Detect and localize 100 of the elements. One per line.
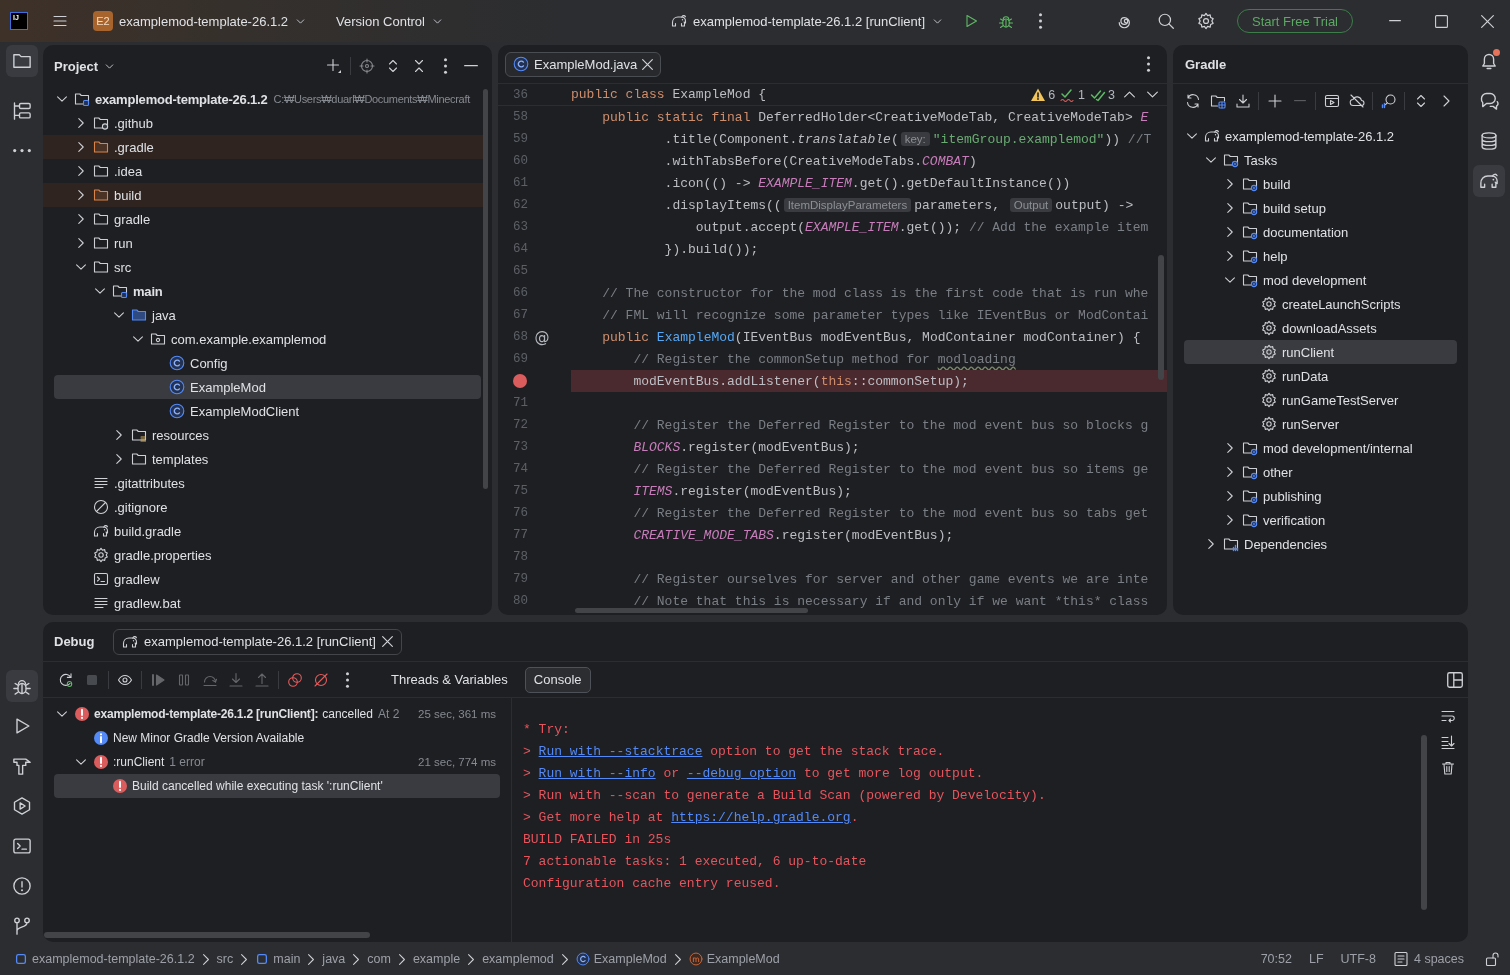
tree-item[interactable]: src [54, 255, 481, 279]
chevron-right-icon[interactable] [1227, 491, 1233, 501]
status-widget[interactable]: UTF-8 [1340, 952, 1376, 966]
breadcrumb[interactable]: examplemod [482, 952, 554, 966]
tree-item[interactable]: gradle.properties [54, 543, 481, 567]
tree-item[interactable]: examplemod-template-26.1.2 [1184, 124, 1457, 148]
chevron-right-icon[interactable] [1227, 515, 1233, 525]
breakpoint-icon[interactable] [513, 374, 527, 388]
status-widget[interactable]: 4 spaces [1392, 951, 1464, 967]
close-icon[interactable] [381, 636, 393, 647]
tree-item[interactable]: gradlew.bat [54, 591, 481, 615]
breadcrumb[interactable]: java [322, 952, 346, 966]
chevron-down-icon[interactable] [76, 759, 86, 765]
chevron-right-icon[interactable] [116, 454, 122, 464]
scrollbar-thumb[interactable] [1421, 735, 1427, 910]
chevron-down-icon[interactable] [57, 711, 67, 717]
view-selector[interactable]: Project [49, 53, 122, 79]
chevron-right-icon[interactable] [78, 118, 84, 128]
editor-tab[interactable]: ExampleMod.java [505, 51, 662, 77]
tool-window-button[interactable] [5, 670, 38, 702]
tree-item[interactable]: resources [54, 423, 481, 447]
tree-item[interactable]: documentation [1184, 220, 1457, 244]
chevron-down-icon[interactable] [114, 312, 124, 318]
tree-item[interactable]: verification [1184, 508, 1457, 532]
chevron-right-icon[interactable] [78, 190, 84, 200]
inspection-counter[interactable]: 3 [1090, 86, 1115, 103]
tree-item[interactable]: runClient [1184, 340, 1457, 364]
chevron-down-icon[interactable] [57, 96, 67, 102]
scrollbar-thumb[interactable] [575, 608, 808, 613]
chevron-down-icon[interactable] [95, 288, 105, 294]
tree-item[interactable]: downloadAssets [1184, 316, 1457, 340]
tree-item[interactable]: Config [54, 351, 481, 375]
breadcrumb[interactable]: example [412, 952, 461, 966]
close-icon[interactable] [642, 58, 654, 70]
inspection-counter[interactable]: 1 [1060, 86, 1086, 103]
tree-item[interactable]: .gitignore [54, 495, 481, 519]
console-link[interactable]: https://help.gradle.org [671, 810, 851, 825]
breadcrumb[interactable]: main [255, 952, 301, 966]
tree-item[interactable]: .idea [54, 159, 481, 183]
read-only-toggle[interactable] [1484, 951, 1500, 967]
chevron-right-icon[interactable] [1227, 467, 1233, 477]
chevron-down-icon[interactable] [1206, 157, 1216, 163]
tree-item[interactable]: Dependencies [1184, 532, 1457, 556]
tree-item[interactable]: mod development/internal [1184, 436, 1457, 460]
session-tab[interactable]: examplemod-template-26.1.2 [runClient] [113, 628, 402, 655]
tree-item[interactable]: build setup [1184, 196, 1457, 220]
tree-item[interactable]: help [1184, 244, 1457, 268]
tree-item[interactable]: Tasks [1184, 148, 1457, 172]
status-widget[interactable]: 70:52 [1260, 952, 1292, 966]
chevron-right-icon[interactable] [1227, 203, 1233, 213]
tree-item[interactable]: publishing [1184, 484, 1457, 508]
tree-item[interactable]: createLaunchScripts [1184, 292, 1457, 316]
project-name-dropdown[interactable]: E2 examplemod-template-26.1.2 [88, 7, 313, 35]
vcs-menu[interactable]: Version Control [328, 7, 452, 35]
breadcrumb[interactable]: ExampleMod [688, 952, 780, 966]
view-tab[interactable]: Threads & Variables [382, 666, 517, 693]
tree-item[interactable]: ExampleMod [54, 375, 481, 399]
tree-item[interactable]: .github [54, 111, 481, 135]
breadcrumb[interactable]: ExampleMod [575, 952, 667, 966]
tree-item[interactable]: ExampleModClient [54, 399, 481, 423]
build-node[interactable]: Build cancelled while executing task ':runClient' [54, 774, 500, 798]
view-tab[interactable]: Console [524, 666, 591, 693]
scrollbar-thumb[interactable] [44, 932, 370, 938]
tree-item[interactable]: run [54, 231, 481, 255]
console-link[interactable]: Run with --stacktrace [538, 744, 703, 759]
run-config-selector[interactable]: examplemod-template-26.1.2 [runClient] [665, 7, 951, 35]
tree-item[interactable]: other [1184, 460, 1457, 484]
chevron-down-icon[interactable] [133, 336, 143, 342]
inspection-counter[interactable]: 6 [1030, 86, 1056, 103]
tree-item[interactable]: com.example.examplemod [54, 327, 481, 351]
chevron-right-icon[interactable] [78, 214, 84, 224]
chevron-down-icon[interactable] [1187, 133, 1197, 139]
console-link[interactable]: Run with --info [538, 766, 656, 781]
breadcrumb[interactable]: com [367, 952, 391, 966]
chevron-down-icon[interactable] [1225, 277, 1235, 283]
chevron-right-icon[interactable] [116, 430, 122, 440]
tree-item[interactable]: gradle [54, 207, 481, 231]
build-node[interactable]: :runClient 1 error 21 sec, 774 ms [54, 750, 500, 774]
scrollbar-thumb[interactable] [1158, 255, 1164, 380]
tree-item[interactable]: runServer [1184, 412, 1457, 436]
chevron-right-icon[interactable] [1227, 227, 1233, 237]
chevron-right-icon[interactable] [1208, 539, 1214, 549]
build-node[interactable]: examplemod-template-26.1.2 [runClient]: cancelled At 2 25 sec, 361 ms [54, 702, 500, 726]
tree-item[interactable]: runData [1184, 364, 1457, 388]
scrollbar-thumb[interactable] [483, 89, 488, 489]
tree-item[interactable]: build.gradle [54, 519, 481, 543]
tree-item[interactable]: .gitattributes [54, 471, 481, 495]
tree-item[interactable]: mod development [1184, 268, 1457, 292]
chevron-right-icon[interactable] [78, 166, 84, 176]
chevron-right-icon[interactable] [1227, 443, 1233, 453]
tree-item[interactable]: runGameTestServer [1184, 388, 1457, 412]
breadcrumb[interactable]: src [216, 952, 234, 966]
breadcrumb[interactable]: examplemod-template-26.1.2 [14, 952, 195, 966]
gutter-marker[interactable]: @ [534, 329, 550, 345]
tree-item[interactable]: build [43, 183, 485, 207]
tree-item[interactable]: java [54, 303, 481, 327]
tool-window-button[interactable] [5, 45, 38, 77]
tree-item[interactable]: main [54, 279, 481, 303]
tree-item[interactable]: templates [54, 447, 481, 471]
console-link[interactable]: --debug option [686, 766, 797, 781]
